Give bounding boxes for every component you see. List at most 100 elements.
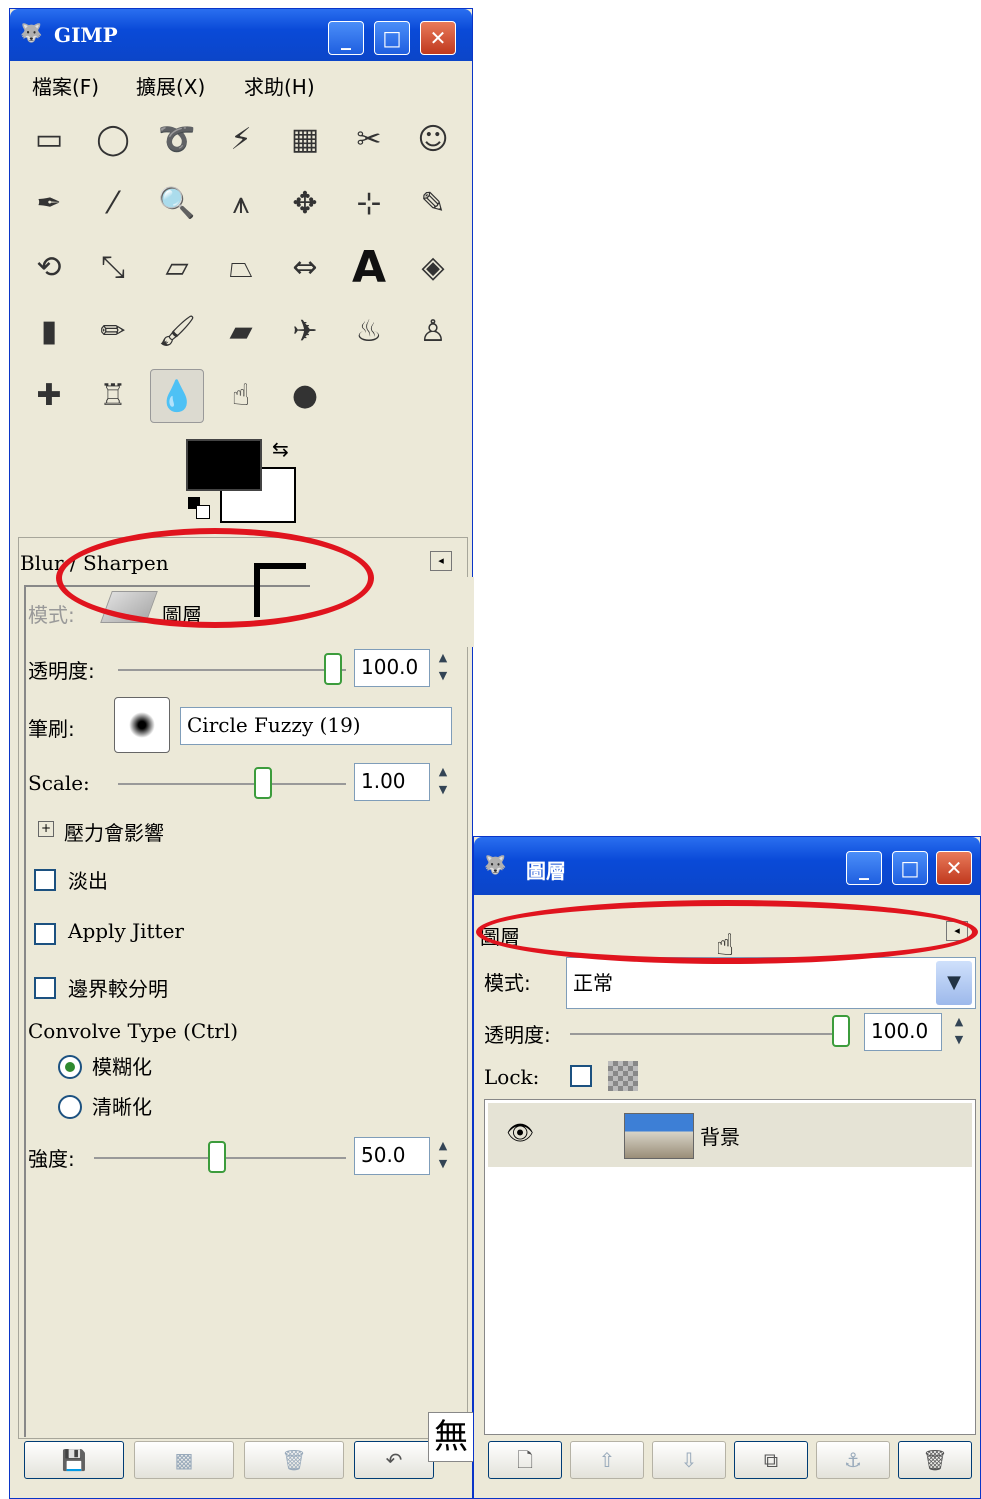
- rotate-icon[interactable]: ⟲: [22, 241, 76, 295]
- ime-badge[interactable]: 無: [428, 1412, 474, 1462]
- layers-titlebar[interactable]: 🐺 圖層 _ □ ✕: [474, 837, 980, 895]
- panel-menu-icon[interactable]: ◂: [430, 551, 452, 571]
- brush-name-field[interactable]: Circle Fuzzy (19): [180, 707, 452, 745]
- menu-file[interactable]: 檔案(F): [32, 71, 99, 100]
- maximize-button[interactable]: □: [374, 21, 410, 55]
- dodge-burn-icon[interactable]: ●: [278, 369, 332, 423]
- layer-opacity-input[interactable]: 100.0: [864, 1013, 942, 1051]
- save-options-button[interactable]: 💾: [24, 1441, 124, 1479]
- paintbrush-icon[interactable]: 🖌: [150, 305, 204, 359]
- eye-icon[interactable]: 👁: [506, 1121, 534, 1146]
- bucket-fill-icon[interactable]: ◈: [406, 241, 460, 295]
- close-button[interactable]: ✕: [420, 21, 456, 55]
- reset-options-button[interactable]: ↶: [354, 1441, 434, 1479]
- smudge-icon[interactable]: ☝: [214, 369, 268, 423]
- measure-icon[interactable]: ⩚: [214, 177, 268, 231]
- select-by-color-icon[interactable]: ▦: [278, 113, 332, 167]
- minimize-button[interactable]: _: [328, 21, 364, 55]
- ellipse-select-icon[interactable]: ◯: [86, 113, 140, 167]
- pencil-icon[interactable]: ✏: [86, 305, 140, 359]
- layer-thumbnail: [624, 1113, 694, 1159]
- anchor-layer-button[interactable]: ⚓: [816, 1441, 890, 1479]
- chevron-down-icon[interactable]: ▼: [936, 961, 972, 1005]
- shear-icon[interactable]: ▱: [150, 241, 204, 295]
- scale-icon[interactable]: ⤡: [86, 241, 140, 295]
- expand-pressure-icon[interactable]: +: [38, 821, 54, 837]
- blur-sharpen-icon[interactable]: 💧: [150, 369, 204, 423]
- jitter-checkbox[interactable]: [34, 923, 56, 945]
- zoom-icon[interactable]: 🔍: [150, 177, 204, 231]
- scale-slider-track[interactable]: [118, 783, 346, 785]
- swap-colors-icon[interactable]: ⇆: [272, 437, 289, 461]
- raise-layer-button[interactable]: ⇧: [570, 1441, 644, 1479]
- airbrush-icon[interactable]: ✈: [278, 305, 332, 359]
- layer-opacity-track[interactable]: [570, 1033, 838, 1035]
- mode-label: 模式:: [28, 603, 75, 627]
- eraser-icon[interactable]: ▰: [214, 305, 268, 359]
- close-button[interactable]: ✕: [936, 851, 972, 885]
- scale-label: Scale:: [28, 771, 90, 795]
- scale-spinner[interactable]: ▲ ▼: [432, 763, 454, 803]
- layer-row[interactable]: 👁 背景: [488, 1103, 972, 1167]
- maximize-button[interactable]: □: [892, 851, 928, 885]
- paths-icon[interactable]: ✒: [22, 177, 76, 231]
- crop-icon[interactable]: ✎: [406, 177, 460, 231]
- text-icon[interactable]: A: [342, 241, 396, 295]
- blend-icon[interactable]: ▮: [22, 305, 76, 359]
- layer-opacity-spinner[interactable]: ▲ ▼: [948, 1013, 970, 1053]
- lock-alpha-icon[interactable]: [608, 1061, 638, 1091]
- lock-checkbox[interactable]: [570, 1065, 592, 1087]
- menu-extensions[interactable]: 擴展(X): [136, 71, 205, 100]
- fade-checkbox[interactable]: [34, 869, 56, 891]
- fade-label: 淡出: [68, 869, 108, 893]
- sharpen-radio[interactable]: [58, 1095, 82, 1119]
- brush-preview-button[interactable]: [114, 697, 170, 753]
- rect-select-icon[interactable]: ▭: [22, 113, 76, 167]
- free-select-icon[interactable]: ➰: [150, 113, 204, 167]
- clone-icon[interactable]: ♙: [406, 305, 460, 359]
- delete-layer-button[interactable]: 🗑: [898, 1441, 972, 1479]
- align-icon[interactable]: ⊹: [342, 177, 396, 231]
- perspective-icon[interactable]: ⏢: [214, 241, 268, 295]
- default-colors-icon[interactable]: [188, 497, 210, 519]
- color-picker-icon[interactable]: ⁄: [86, 177, 140, 231]
- layer-name[interactable]: 背景: [700, 1121, 740, 1150]
- rate-spinner[interactable]: ▲ ▼: [432, 1137, 454, 1177]
- gimp-logo-icon: 🐺: [484, 855, 507, 876]
- heal-icon[interactable]: ✚: [22, 369, 76, 423]
- layers-window-title: 圖層: [526, 859, 566, 883]
- delete-options-button[interactable]: 🗑: [244, 1441, 344, 1479]
- layer-opacity-thumb[interactable]: [832, 1015, 850, 1047]
- hard-edge-label: 邊界較分明: [68, 977, 168, 1001]
- brush-fuzzy-icon: [129, 712, 155, 738]
- pressure-label[interactable]: 壓力會影響: [64, 817, 164, 846]
- rate-slider-thumb[interactable]: [208, 1141, 226, 1173]
- opacity-input[interactable]: 100.0: [354, 649, 430, 687]
- minimize-button[interactable]: _: [846, 851, 882, 885]
- opacity-spinner[interactable]: ▲ ▼: [432, 649, 454, 689]
- toolbox-titlebar[interactable]: 🐺 GIMP _ □ ✕: [10, 9, 472, 61]
- layer-mode-select[interactable]: 正常: [566, 957, 976, 1009]
- scale-slider-thumb[interactable]: [254, 767, 272, 799]
- foreground-select-icon[interactable]: ☺: [406, 113, 460, 167]
- lower-layer-button[interactable]: ⇩: [652, 1441, 726, 1479]
- menu-help[interactable]: 求助(H): [244, 71, 315, 100]
- restore-options-button[interactable]: ▩: [134, 1441, 234, 1479]
- scissors-icon[interactable]: ✂: [342, 113, 396, 167]
- gimp-logo-icon: 🐺: [20, 23, 43, 44]
- duplicate-layer-button[interactable]: ⧉: [734, 1441, 808, 1479]
- foreground-color-swatch[interactable]: [186, 439, 262, 491]
- opacity-slider-thumb[interactable]: [324, 653, 342, 685]
- flip-icon[interactable]: ⇔: [278, 241, 332, 295]
- opacity-slider-track[interactable]: [118, 669, 346, 671]
- new-layer-button[interactable]: 🗋: [488, 1441, 562, 1479]
- move-icon[interactable]: ✥: [278, 177, 332, 231]
- layer-mode-label: 模式:: [484, 971, 531, 995]
- blur-radio[interactable]: [58, 1055, 82, 1079]
- fuzzy-select-icon[interactable]: ⚡: [214, 113, 268, 167]
- hard-edge-checkbox[interactable]: [34, 977, 56, 999]
- rate-input[interactable]: 50.0: [354, 1137, 430, 1175]
- perspective-clone-icon[interactable]: ♖: [86, 369, 140, 423]
- ink-icon[interactable]: ♨: [342, 305, 396, 359]
- scale-input[interactable]: 1.00: [354, 763, 430, 801]
